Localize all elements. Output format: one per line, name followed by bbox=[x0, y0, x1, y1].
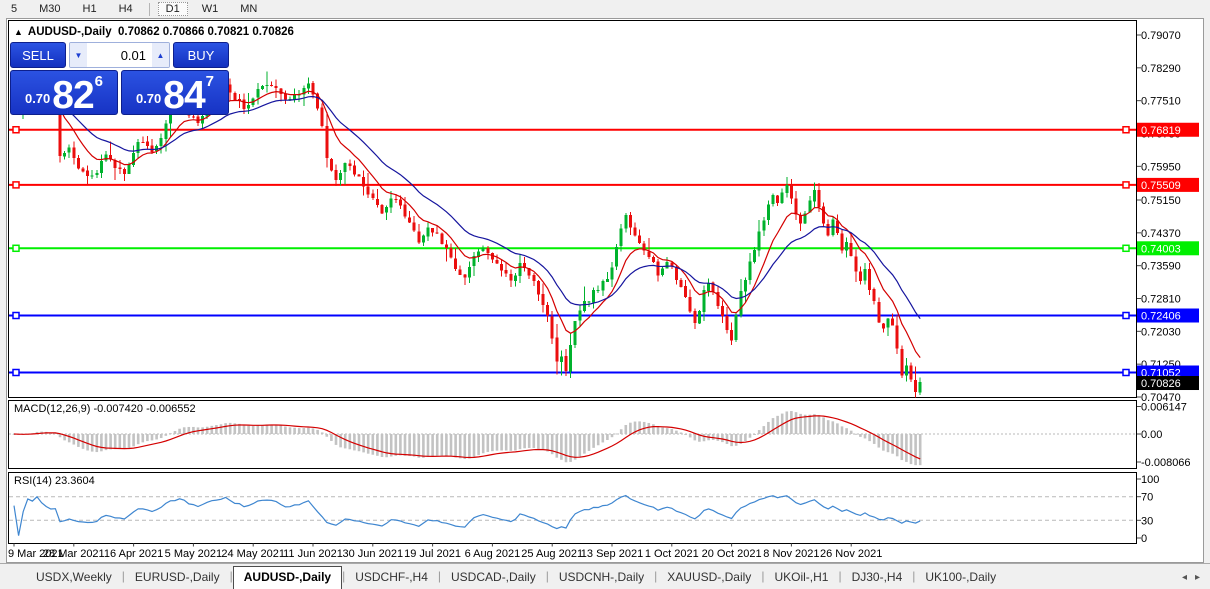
volume-stepper: ▼ ▲ bbox=[69, 42, 170, 68]
volume-input[interactable] bbox=[87, 43, 152, 67]
tab-usdchf-h4[interactable]: USDCHF-,H4 bbox=[345, 566, 438, 589]
tab-eurusd-daily[interactable]: EURUSD-,Daily bbox=[125, 566, 230, 589]
price-badge-0.76819: 0.76819 bbox=[1137, 123, 1199, 137]
timeframe-button-H4[interactable]: H4 bbox=[111, 2, 141, 16]
sell-price-sup: 6 bbox=[95, 73, 103, 90]
timeframe-button-H1[interactable]: H1 bbox=[75, 2, 105, 16]
chart-title: ▲ AUDUSD-,Daily 0.70862 0.70866 0.70821 0… bbox=[14, 26, 294, 38]
date-label: 11 Jun 2021 bbox=[283, 548, 343, 560]
price-badge-0.75509: 0.75509 bbox=[1137, 178, 1199, 192]
hline-handle bbox=[1123, 370, 1129, 376]
sell-button[interactable]: SELL bbox=[10, 42, 66, 68]
rsi-axis-label: 70 bbox=[1141, 492, 1153, 504]
hline-handle bbox=[13, 313, 19, 319]
svg-text:0.72406: 0.72406 bbox=[1141, 311, 1181, 323]
hline-handle bbox=[13, 245, 19, 251]
tab-audusd-daily[interactable]: AUDUSD-,Daily bbox=[233, 566, 342, 589]
price-tick-label: 0.72030 bbox=[1141, 326, 1181, 338]
hline-handle bbox=[13, 127, 19, 133]
timeframe-button-M30[interactable]: M30 bbox=[31, 2, 68, 16]
sell-price-prefix: 0.70 bbox=[25, 91, 50, 106]
price-tick-label: 0.74370 bbox=[1141, 228, 1181, 240]
date-label: 24 May 2021 bbox=[221, 548, 285, 560]
date-label: 26 Nov 2021 bbox=[820, 548, 882, 560]
macd-axis-label: -0.008066 bbox=[1141, 457, 1191, 469]
sell-price-big: 82 bbox=[52, 80, 93, 112]
timeframe-toolbar: 5 M30 H1 H4 D1 W1 MN bbox=[0, 0, 1210, 18]
date-label: 1 Oct 2021 bbox=[645, 548, 699, 560]
date-label: 25 Aug 2021 bbox=[521, 548, 583, 560]
tab-scroll-left-icon[interactable]: ◂ bbox=[1182, 572, 1187, 583]
price-tick-label: 0.73590 bbox=[1141, 261, 1181, 273]
buy-price-prefix: 0.70 bbox=[136, 91, 161, 106]
buy-button[interactable]: BUY bbox=[173, 42, 229, 68]
tab-usdx-weekly[interactable]: USDX,Weekly bbox=[26, 566, 122, 589]
buy-price-tile[interactable]: 0.70847 bbox=[121, 70, 229, 115]
price-tick-label: 0.72810 bbox=[1141, 294, 1181, 306]
tab-dj30-h4[interactable]: DJ30-,H4 bbox=[842, 566, 913, 589]
timeframe-button-MN[interactable]: MN bbox=[232, 2, 265, 16]
hline-handle bbox=[13, 370, 19, 376]
svg-text:0.70826: 0.70826 bbox=[1141, 378, 1181, 390]
hline-handle bbox=[1123, 182, 1129, 188]
price-tick-label: 0.75950 bbox=[1141, 161, 1181, 173]
macd-label: MACD(12,26,9) -0.007420 -0.006552 bbox=[14, 403, 196, 415]
ohlc-values: 0.70862 0.70866 0.70821 0.70826 bbox=[118, 26, 294, 38]
symbol-title: AUDUSD-,Daily bbox=[28, 26, 112, 38]
date-label: 30 Jun 2021 bbox=[343, 548, 404, 560]
rsi-axis-label: 0 bbox=[1141, 533, 1147, 545]
price-tick-label: 0.79070 bbox=[1141, 30, 1181, 42]
price-badge-0.74003: 0.74003 bbox=[1137, 241, 1199, 255]
svg-text:0.74003: 0.74003 bbox=[1141, 243, 1181, 255]
hline-handle bbox=[1123, 127, 1129, 133]
date-label: 5 May 2021 bbox=[165, 548, 222, 560]
one-click-trading-panel: SELL ▼ ▲ BUY 0.70826 0.70847 bbox=[10, 42, 229, 115]
tab-uk100-daily[interactable]: UK100-,Daily bbox=[915, 566, 1006, 589]
date-label: 8 Nov 2021 bbox=[763, 548, 819, 560]
tab-usdcad-daily[interactable]: USDCAD-,Daily bbox=[441, 566, 546, 589]
toolbar-separator bbox=[149, 3, 150, 16]
svg-text:0.76819: 0.76819 bbox=[1141, 125, 1181, 137]
hline-handle bbox=[13, 182, 19, 188]
rsi-label: RSI(14) 23.3604 bbox=[14, 475, 95, 487]
date-label: 19 Jul 2021 bbox=[404, 548, 461, 560]
mt4-window: { "toolbar": { "timeframes": ["5","M30",… bbox=[0, 0, 1210, 589]
date-label: 13 Sep 2021 bbox=[581, 548, 643, 560]
price-tick-label: 0.78290 bbox=[1141, 63, 1181, 75]
volume-down-button[interactable]: ▼ bbox=[70, 43, 87, 67]
price-tick-label: 0.75150 bbox=[1141, 195, 1181, 207]
buy-price-sup: 7 bbox=[206, 73, 214, 90]
buy-price-big: 84 bbox=[163, 80, 204, 112]
date-label: 16 Apr 2021 bbox=[104, 548, 163, 560]
tab-scroll-arrows: ◂▸ bbox=[1174, 572, 1200, 589]
price-badge-0.72406: 0.72406 bbox=[1137, 309, 1199, 323]
date-label: 20 Oct 2021 bbox=[702, 548, 762, 560]
tab-xauusd-daily[interactable]: XAUUSD-,Daily bbox=[657, 566, 761, 589]
tab-ukoil-h1[interactable]: UKOil-,H1 bbox=[764, 566, 838, 589]
macd-axis-label: 0.00 bbox=[1141, 429, 1162, 441]
rsi-axis-label: 100 bbox=[1141, 474, 1159, 486]
volume-up-button[interactable]: ▲ bbox=[152, 43, 169, 67]
hline-handle bbox=[1123, 313, 1129, 319]
tab-scroll-right-icon[interactable]: ▸ bbox=[1195, 572, 1200, 583]
sell-price-tile[interactable]: 0.70826 bbox=[10, 70, 118, 115]
collapse-panel-icon[interactable]: ▲ bbox=[14, 27, 23, 37]
timeframe-button-5[interactable]: 5 bbox=[3, 2, 25, 16]
current-price-badge: 0.70826 bbox=[1137, 376, 1199, 390]
rsi-axis-label: 30 bbox=[1141, 515, 1153, 527]
macd-axis-label: 0.006147 bbox=[1141, 402, 1187, 414]
date-label: 6 Aug 2021 bbox=[465, 548, 521, 560]
date-label: 28 Mar 2021 bbox=[43, 548, 105, 560]
price-tick-label: 0.77510 bbox=[1141, 96, 1181, 108]
timeframe-button-W1[interactable]: W1 bbox=[194, 2, 227, 16]
hline-handle bbox=[1123, 245, 1129, 251]
tab-usdcnh-daily[interactable]: USDCNH-,Daily bbox=[549, 566, 654, 589]
svg-text:0.75509: 0.75509 bbox=[1141, 180, 1181, 192]
symbol-tabbar: USDX,Weekly|EURUSD-,Daily|AUDUSD-,Daily|… bbox=[0, 563, 1210, 589]
timeframe-button-D1[interactable]: D1 bbox=[158, 2, 188, 16]
